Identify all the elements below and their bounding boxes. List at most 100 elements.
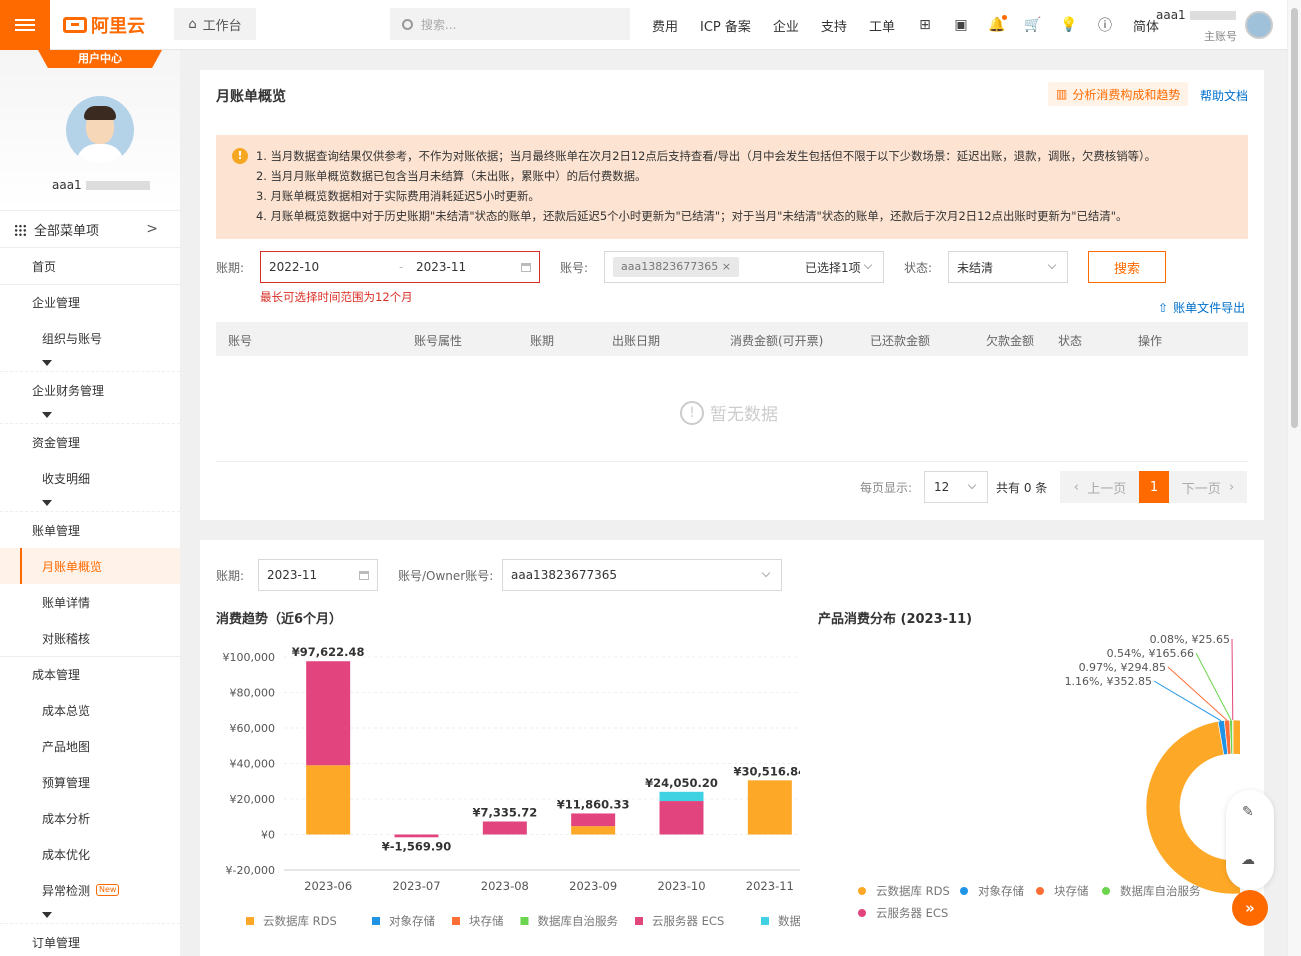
cart-icon[interactable]: 🛒 — [1024, 17, 1041, 33]
nav-ticket[interactable]: 工单 — [869, 16, 895, 35]
top-bar: 阿里云 ⌂ 工作台 搜索... 费用 ICP 备案 企业 支持 工单 ⊞ ▣ 🔔 … — [0, 0, 1301, 50]
bar-segment — [571, 826, 616, 835]
help-icon[interactable]: ⓘ — [1097, 17, 1113, 34]
sidebar-item-anomaly[interactable]: 异常检测 New — [0, 872, 180, 908]
sidebar-item-reconcile[interactable]: 对账稽核 — [0, 620, 180, 656]
sidebar-item-budget[interactable]: 预算管理 — [0, 764, 180, 800]
info-icon: ! — [680, 400, 704, 425]
brand-name: 阿里云 — [91, 16, 145, 37]
prev-page-button[interactable]: ‹ 上一页 — [1060, 471, 1140, 503]
cloud-icon[interactable]: ☁ — [1241, 852, 1255, 868]
top-nav: 费用 ICP 备案 企业 支持 工单 ⊞ ▣ 🔔 🛒 💡 ⓘ 简体 — [652, 0, 1181, 50]
sidebar-header: 用户中心 aaa1 — [0, 50, 180, 210]
sidebar-item-funds[interactable]: 资金管理 — [0, 424, 180, 460]
period-range-picker[interactable]: 2022-10 - 2023-11 — [260, 251, 540, 283]
user-avatar — [66, 96, 134, 164]
sidebar-item-corp[interactable]: 企业管理 — [0, 284, 180, 320]
nav-support[interactable]: 支持 — [821, 16, 847, 35]
bulb-icon[interactable]: 💡 — [1060, 17, 1077, 33]
help-link[interactable]: 帮助文档 — [1200, 87, 1248, 104]
nav-fee[interactable]: 费用 — [652, 16, 678, 35]
hamburger-menu-button[interactable] — [0, 0, 50, 50]
sidebar-item-funds-detail[interactable]: 收支明细 — [0, 460, 180, 496]
legend-label: 对象存储 — [389, 914, 435, 928]
calendar-icon — [359, 571, 369, 580]
expand-fab-button[interactable]: » — [1232, 890, 1268, 926]
legend-label: 对象存储 — [978, 884, 1024, 898]
aliyun-logo[interactable]: 阿里云 — [63, 14, 145, 37]
edit-icon[interactable]: ✎ — [1242, 804, 1254, 820]
workbench-button[interactable]: ⌂ 工作台 — [174, 8, 256, 40]
user-menu[interactable]: aaa1 主账号 — [1156, 8, 1237, 43]
expand-icon[interactable] — [0, 496, 180, 512]
account-select[interactable]: aaa13823677365 × 已选择1项 — [604, 251, 884, 283]
col-action: 操作 — [1138, 334, 1163, 348]
consumption-card: 账期: 2023-11 账号/Owner账号: aaa13823677365 消… — [200, 540, 1264, 956]
sidebar-item-order[interactable]: 订单管理 — [0, 924, 180, 956]
period-error: 最长可选择时间范围为12个月 — [260, 290, 413, 304]
pie-data-label: 1.16%, ¥352.85 — [1065, 675, 1152, 688]
nav-enterprise[interactable]: 企业 — [773, 16, 799, 35]
bar-segment — [482, 821, 527, 835]
sidebar-item-product-map[interactable]: 产品地图 — [0, 728, 180, 764]
scrollbar[interactable] — [1287, 0, 1301, 956]
nav-icp[interactable]: ICP 备案 — [700, 16, 751, 35]
notice-line: 3. 月账单概览数据相对于实际费用消耗延迟5小时更新。 — [256, 189, 540, 203]
sidebar-item-bill[interactable]: 账单管理 — [0, 512, 180, 548]
status-label: 状态: — [904, 261, 933, 275]
period-label: 账期: — [216, 261, 245, 275]
col-period: 账期 — [530, 334, 555, 348]
bell-icon[interactable]: 🔔 — [988, 15, 1007, 33]
all-menu-button[interactable]: 全部菜单项 > — [0, 210, 180, 248]
legend-swatch — [858, 887, 866, 895]
search-button[interactable]: 搜索 — [1088, 251, 1166, 283]
pie-data-label: 0.08%, ¥25.65 — [1150, 633, 1230, 646]
expand-icon[interactable] — [0, 408, 180, 424]
page-1-button[interactable]: 1 — [1139, 471, 1169, 503]
owner-select[interactable]: aaa13823677365 — [502, 559, 782, 591]
period-picker[interactable]: 2023-11 — [258, 559, 378, 591]
bar-segment — [747, 780, 792, 835]
legend-swatch — [372, 917, 380, 925]
sidebar-item-home[interactable]: 首页 — [0, 248, 180, 284]
floating-toolbar: ✎ ☁ — [1226, 790, 1274, 890]
terminal-icon[interactable]: ▣ — [953, 17, 969, 33]
bar-total-label: ¥7,335.72 — [472, 805, 537, 819]
sidebar-item-bill-detail[interactable]: 账单详情 — [0, 584, 180, 620]
search-box[interactable]: 搜索... — [390, 8, 630, 40]
page-size-select[interactable]: 12 — [924, 471, 988, 503]
search-icon — [402, 18, 413, 30]
ai-assistant-icon[interactable]: ⊞ — [917, 17, 933, 33]
sidebar-item-monthly[interactable]: 月账单概览 — [0, 548, 180, 584]
sidebar-item-cost-analysis[interactable]: 成本分析 — [0, 800, 180, 836]
next-page-button[interactable]: 下一页 › — [1169, 471, 1247, 503]
col-paid: 已还款金额 — [870, 334, 931, 348]
range-separator-icon: - — [399, 260, 404, 274]
monthly-bill-card: 月账单概览 ▥ 分析消费构成和趋势 帮助文档 ! 1. 当月数据查询结果仅供参考，… — [200, 70, 1264, 520]
status-select[interactable]: 未结清 — [948, 251, 1068, 283]
export-button[interactable]: ⇧ 账单文件导出 — [1158, 299, 1245, 316]
legend-swatch — [1102, 887, 1110, 895]
bar-total-label: ¥24,050.20 — [645, 776, 718, 790]
bar-segment — [571, 813, 616, 827]
account-tag[interactable]: aaa13823677365 × — [613, 257, 739, 277]
x-tick-label: 2023-09 — [569, 879, 617, 893]
avatar[interactable] — [1245, 11, 1273, 39]
sidebar-item-cost-opt[interactable]: 成本优化 — [0, 836, 180, 872]
sidebar-item-cost[interactable]: 成本管理 — [0, 656, 180, 692]
bar-segment — [306, 661, 351, 766]
total-count: 共有 0 条 — [996, 481, 1048, 495]
analyze-button[interactable]: ▥ 分析消费构成和趋势 — [1048, 82, 1189, 106]
notice-line: 4. 月账单概览数据中对于历史账期"未结清"状态的账单，还款后延迟5个小时更新为… — [256, 209, 1128, 223]
chevron-down-icon — [967, 480, 977, 490]
sidebar-item-corp-fin[interactable]: 企业财务管理 — [0, 372, 180, 408]
expand-icon[interactable] — [0, 908, 180, 924]
bar-total-label: ¥11,860.33 — [557, 797, 630, 811]
col-account: 账号 — [228, 334, 253, 348]
y-tick-label: ¥40,000 — [230, 758, 276, 771]
bar-segment — [394, 834, 439, 838]
sidebar-item-org[interactable]: 组织与账号 — [0, 320, 180, 356]
sidebar-item-cost-overview[interactable]: 成本总览 — [0, 692, 180, 728]
y-tick-label: ¥60,000 — [230, 722, 276, 735]
expand-icon[interactable] — [0, 356, 180, 372]
